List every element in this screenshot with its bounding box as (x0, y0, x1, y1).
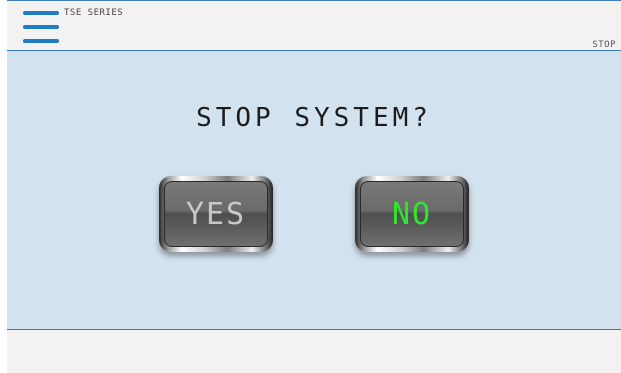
yes-button-label: YES (164, 181, 268, 247)
system-status-label: STOP (592, 40, 616, 50)
yes-button[interactable]: YES (159, 176, 273, 252)
hmi-screen: TSE SERIES STOP STOP SYSTEM? YES NO (0, 0, 621, 373)
footer-bar (7, 330, 621, 373)
no-button-label: NO (360, 181, 464, 247)
menu-line (23, 25, 59, 29)
hamburger-menu-icon[interactable] (23, 11, 59, 45)
series-label: TSE SERIES (64, 8, 124, 18)
menu-line (23, 11, 59, 15)
header-bar: TSE SERIES STOP (7, 0, 621, 50)
menu-line (23, 39, 59, 43)
confirmation-prompt: STOP SYSTEM? (196, 103, 432, 133)
no-button[interactable]: NO (355, 176, 469, 252)
confirmation-panel: STOP SYSTEM? YES NO (7, 50, 621, 330)
